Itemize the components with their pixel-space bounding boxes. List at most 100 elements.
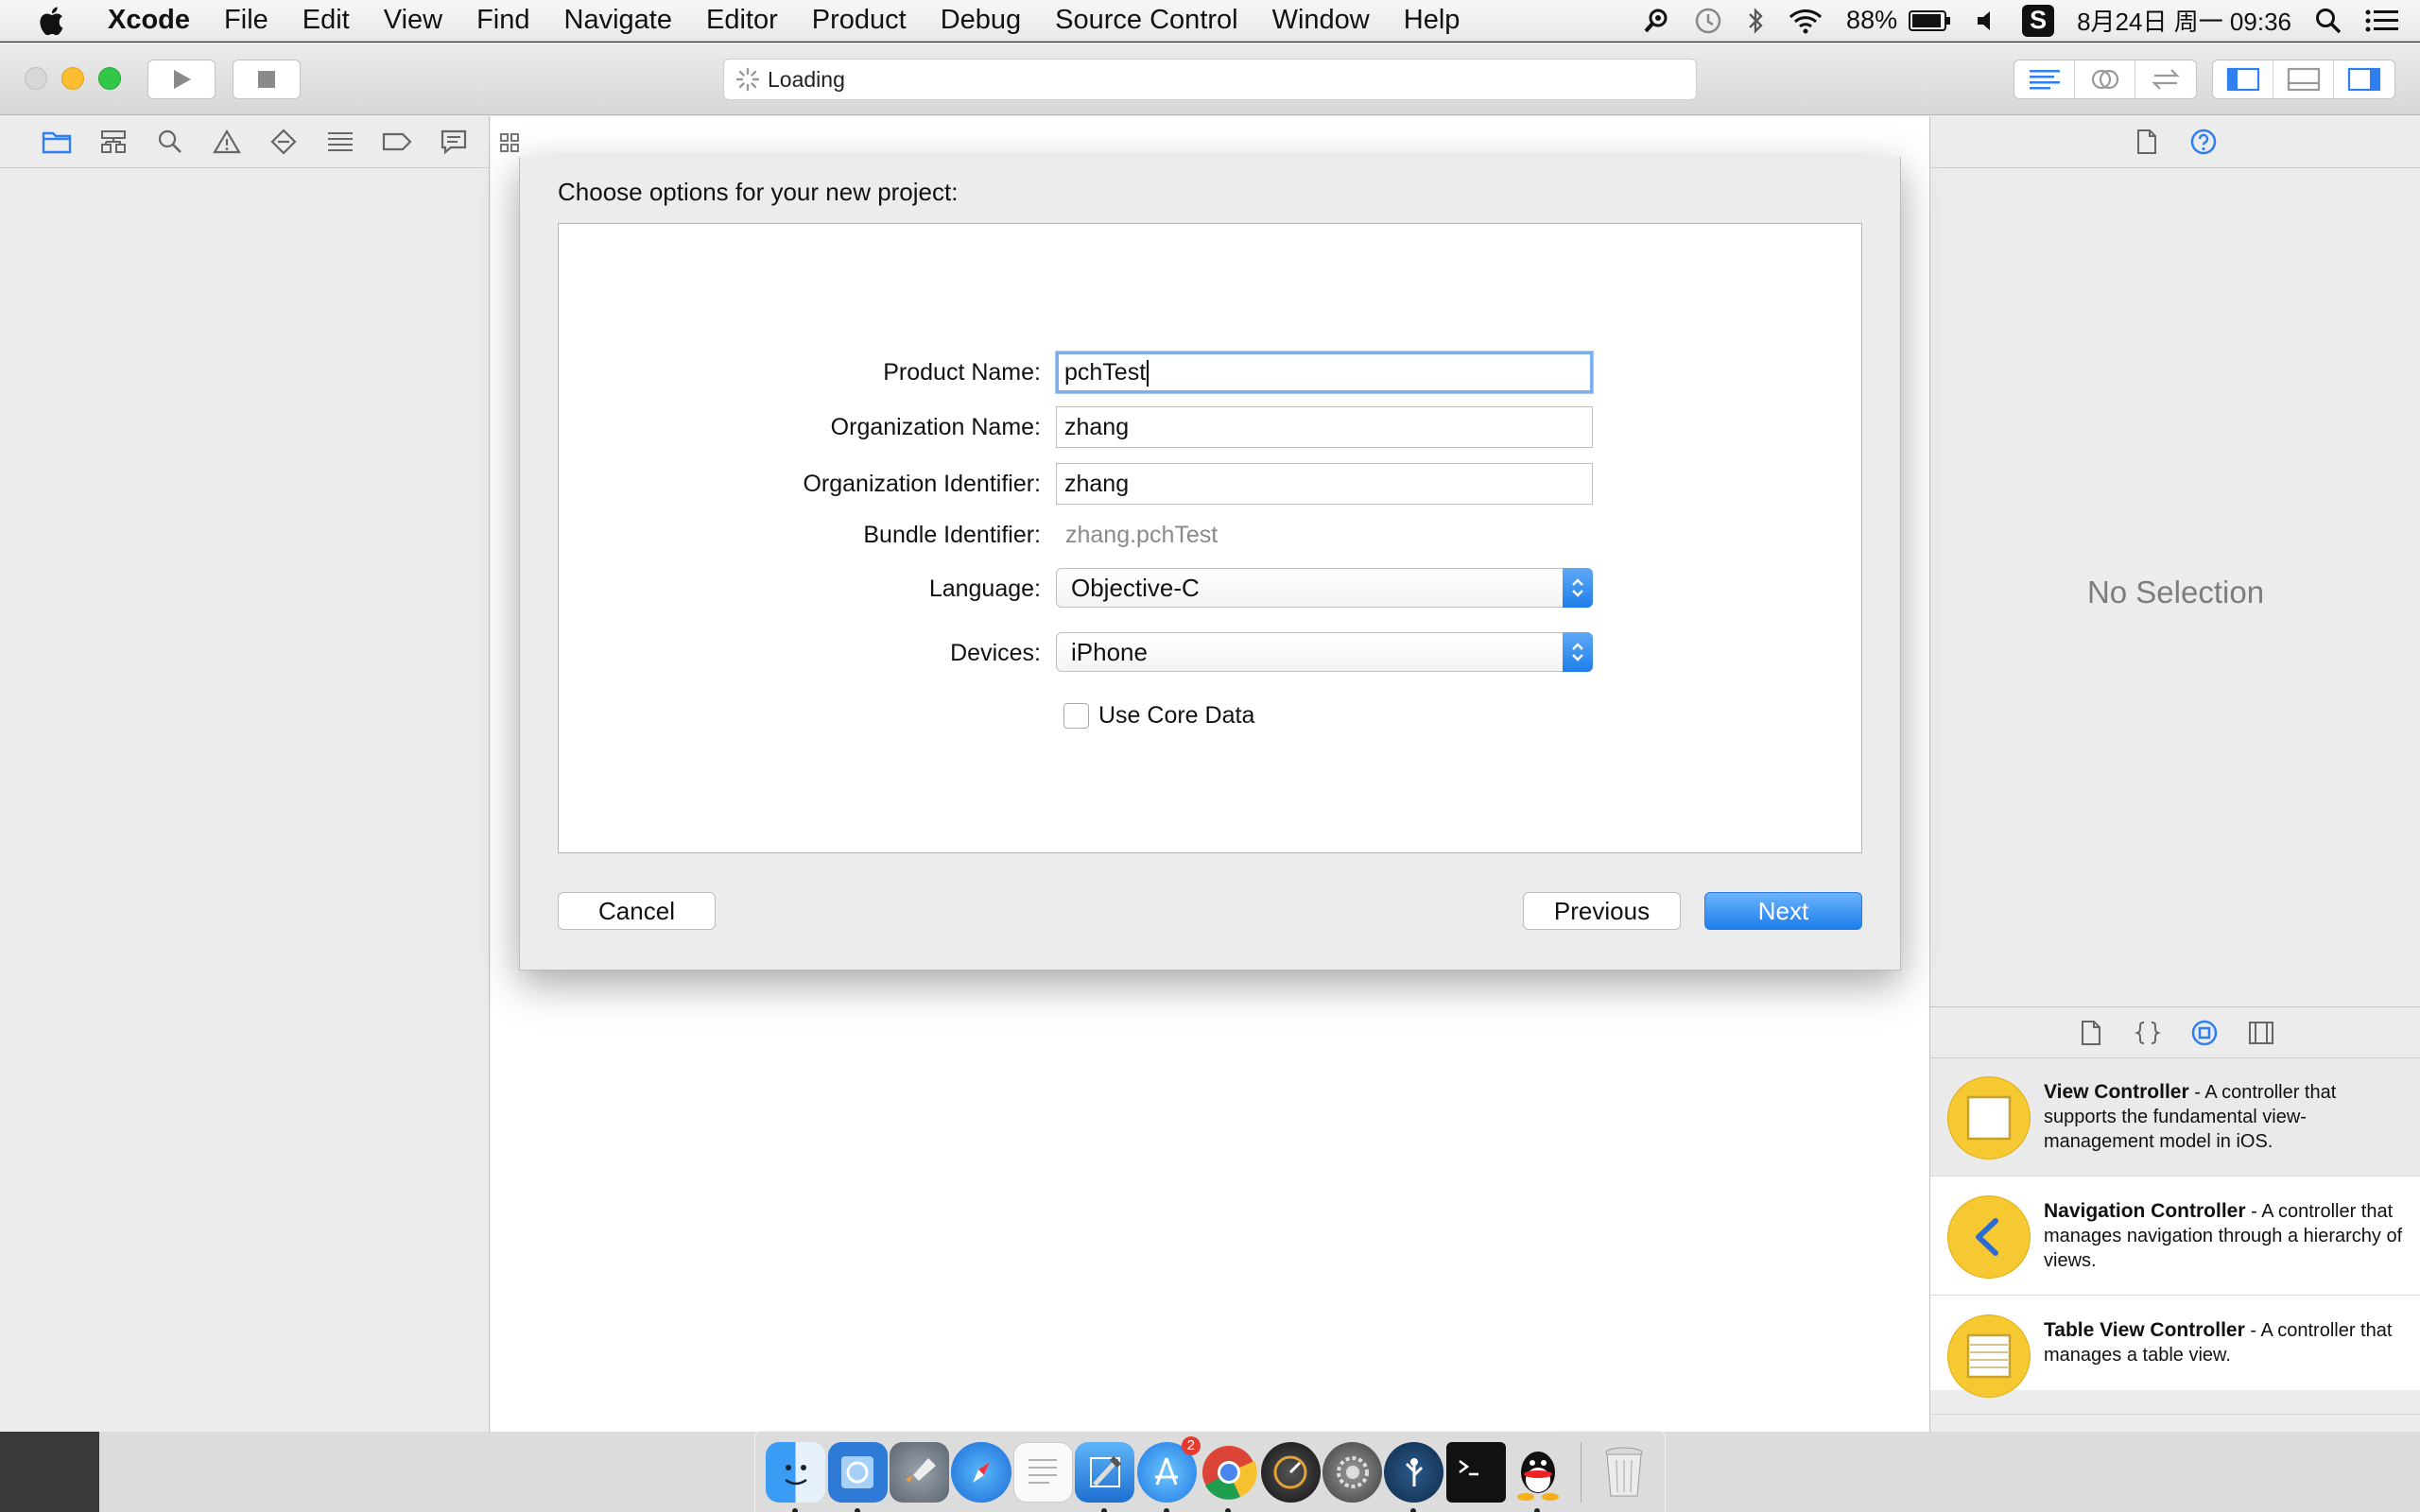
menu-app-xcode[interactable]: Xcode	[98, 5, 207, 36]
magnifier-icon	[158, 129, 182, 153]
xcode-window: Loading No Selection View Controller - A…	[0, 43, 2420, 1494]
product-name-input[interactable]: pchTest	[1056, 352, 1593, 393]
text-caret	[1147, 360, 1150, 387]
previous-button[interactable]: Previous	[1523, 892, 1681, 930]
menu-clock[interactable]: 8月24日 周一 09:36	[2077, 3, 2291, 38]
library-item-view-controller[interactable]: View Controller - A controller that supp…	[1930, 1059, 2420, 1177]
menu-debug[interactable]: Debug	[924, 5, 1038, 36]
stop-button[interactable]	[233, 60, 301, 99]
spinner-icon	[735, 67, 760, 92]
warning-icon	[213, 129, 241, 154]
finder-icon[interactable]	[766, 1441, 826, 1512]
system-preferences-icon[interactable]	[1322, 1441, 1383, 1503]
time-machine-icon[interactable]	[1693, 6, 1723, 36]
instruments-icon[interactable]	[1260, 1441, 1321, 1503]
help-circle-icon	[2190, 129, 2217, 155]
report-navigator-tab[interactable]	[425, 123, 482, 161]
use-core-data-checkbox[interactable]	[1063, 702, 1089, 729]
notification-center-icon[interactable]	[2365, 9, 2399, 33]
devices-row: Devices: iPhone	[559, 632, 1863, 674]
activity-viewer: Loading	[723, 59, 1697, 100]
cancel-button[interactable]: Cancel	[558, 892, 716, 930]
library-item-table-view-controller[interactable]: Table View Controller - A controller tha…	[1930, 1297, 2420, 1415]
use-core-data-label[interactable]: Use Core Data	[1098, 702, 1254, 730]
status-menus: 88% S 8月24日 周一 09:36	[1631, 0, 2420, 42]
organization-identifier-input[interactable]: zhang	[1056, 463, 1593, 505]
file-inspector-tab[interactable]	[2118, 129, 2175, 155]
toggle-utilities-button[interactable]	[2334, 60, 2394, 98]
object-library-tab[interactable]	[2176, 1019, 2233, 1047]
debug-navigator-tab[interactable]	[312, 123, 369, 161]
qq-icon[interactable]	[1508, 1442, 1567, 1512]
toggle-debug-area-button[interactable]	[2273, 60, 2334, 98]
utilities-area: No Selection View Controller - A control…	[1929, 116, 2420, 1494]
symbol-navigator-tab[interactable]	[85, 123, 142, 161]
library-item-navigation-controller[interactable]: Navigation Controller - A controller tha…	[1930, 1178, 2420, 1296]
organization-identifier-row: Organization Identifier: zhang	[559, 463, 1863, 505]
menu-source-control[interactable]: Source Control	[1038, 5, 1254, 36]
app-store-icon[interactable]: 2	[1136, 1435, 1201, 1512]
bluetooth-icon[interactable]	[1746, 7, 1765, 35]
assistant-editor-button[interactable]	[2075, 60, 2135, 98]
toggle-navigator-button[interactable]	[2213, 60, 2273, 98]
menu-navigate[interactable]: Navigate	[547, 5, 689, 36]
volume-icon[interactable]	[1975, 9, 1999, 33]
window-zoom-button[interactable]	[98, 67, 121, 90]
textedit-icon[interactable]	[1012, 1441, 1073, 1503]
window-minimize-button[interactable]	[61, 67, 84, 90]
version-editor-button[interactable]	[2135, 60, 2196, 98]
standard-editor-button[interactable]	[2014, 60, 2075, 98]
spotlight-icon[interactable]	[2314, 7, 2342, 35]
media-library-tab[interactable]	[2233, 1021, 2290, 1045]
running-indicator	[1163, 1507, 1169, 1512]
battery-icon[interactable]	[1909, 9, 1952, 32]
xcode-documentation-icon[interactable]	[827, 1441, 888, 1512]
apple-menu-icon[interactable]	[36, 4, 70, 38]
menu-file[interactable]: File	[207, 5, 285, 36]
find-navigator-tab[interactable]	[142, 123, 199, 161]
launchpad-icon[interactable]	[890, 1441, 950, 1503]
running-indicator	[854, 1507, 860, 1512]
menu-editor[interactable]: Editor	[689, 5, 795, 36]
organization-name-input[interactable]: zhang	[1056, 406, 1593, 448]
folder-icon	[42, 131, 72, 154]
menu-find[interactable]: Find	[459, 5, 546, 36]
sheet-title: Choose options for your new project:	[558, 178, 959, 206]
issue-navigator-tab[interactable]	[199, 123, 255, 161]
file-template-library-tab[interactable]	[2063, 1020, 2119, 1046]
breakpoint-navigator-tab[interactable]	[369, 123, 425, 161]
language-popup-button[interactable]: Objective-C	[1056, 568, 1593, 608]
language-row: Language: Objective-C	[559, 568, 1863, 610]
run-button[interactable]	[147, 60, 216, 99]
menu-view[interactable]: View	[367, 5, 459, 36]
window-close-button[interactable]	[25, 67, 47, 90]
project-navigator-tab[interactable]	[28, 123, 85, 161]
input-method-icon[interactable]: S	[2022, 4, 2055, 37]
wifi-icon[interactable]	[1788, 7, 1824, 35]
menu-edit[interactable]: Edit	[285, 5, 367, 36]
terminal-icon[interactable]	[1445, 1441, 1506, 1503]
chrome-icon[interactable]	[1199, 1442, 1258, 1512]
menu-help[interactable]: Help	[1387, 5, 1478, 36]
bundle-identifier-row: Bundle Identifier: zhang.pchTest	[559, 514, 1863, 556]
xcode-icon[interactable]	[1075, 1441, 1135, 1512]
key-icon[interactable]	[1642, 7, 1670, 35]
safari-icon[interactable]	[951, 1441, 1011, 1503]
code-snippet-library-tab[interactable]	[2119, 1020, 2176, 1046]
speech-bubble-icon	[441, 129, 467, 155]
devices-popup-button[interactable]: iPhone	[1056, 632, 1593, 672]
new-project-options-sheet: Choose options for your new project: Pro…	[519, 157, 1901, 971]
menu-window[interactable]: Window	[1255, 5, 1387, 36]
library-item-title: Navigation Controller	[2044, 1200, 2246, 1222]
navigator-selector-bar	[0, 116, 489, 168]
menu-product[interactable]: Product	[795, 5, 924, 36]
menu-bar: Xcode File Edit View Find Navigate Edito…	[0, 0, 2420, 42]
trash-icon[interactable]	[1595, 1442, 1654, 1503]
quick-help-tab[interactable]	[2175, 128, 2232, 156]
next-button[interactable]: Next	[1704, 892, 1862, 930]
test-navigator-tab[interactable]	[255, 123, 312, 161]
document-icon	[2081, 1020, 2100, 1045]
library-item-title: View Controller	[2044, 1081, 2189, 1103]
sourcetree-icon[interactable]	[1384, 1441, 1444, 1512]
language-selected-value: Objective-C	[1071, 574, 1200, 602]
